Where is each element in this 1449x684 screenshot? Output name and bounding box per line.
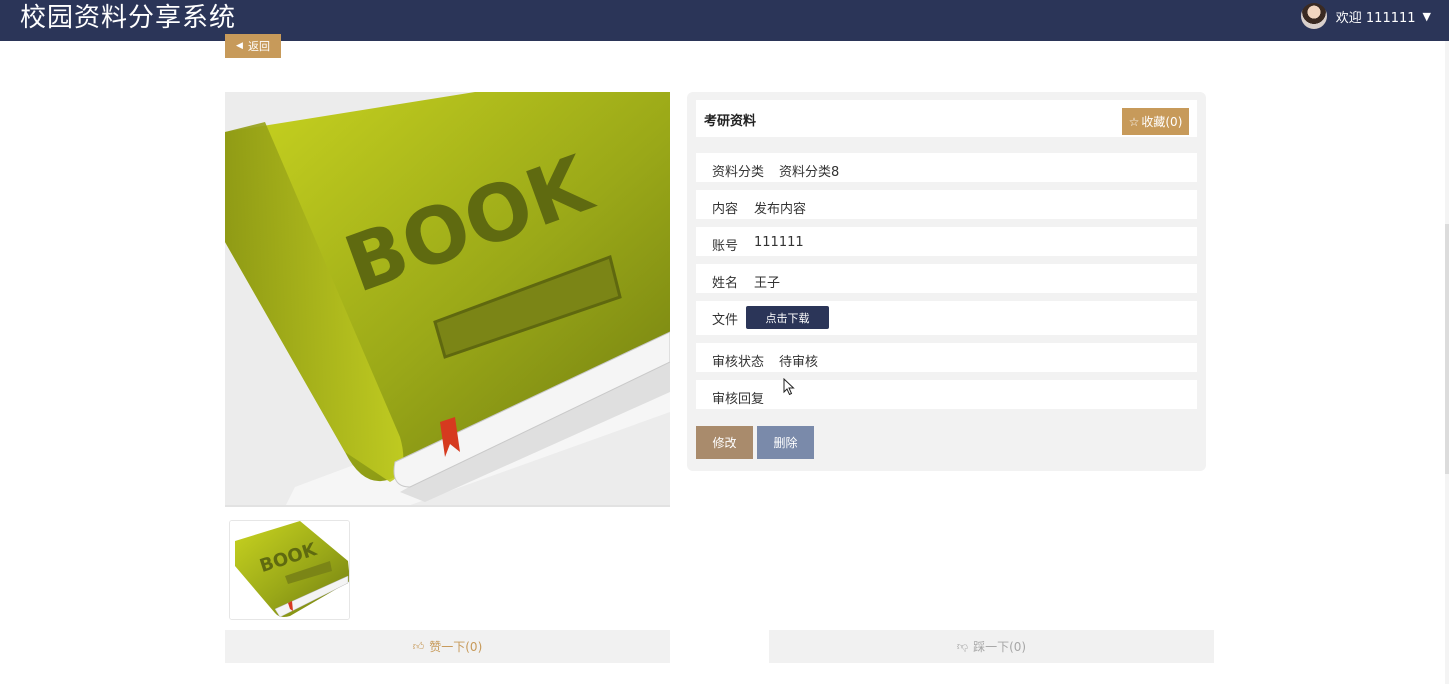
resource-detail-panel: 考研资料 ☆ 收藏(0) 资料分类 资料分类8 内容 发布内容 账号 11111… [687,92,1206,471]
caret-down-icon[interactable]: ▼ [1423,10,1431,23]
field-label: 资料分类 [712,165,765,180]
field-review-status: 审核状态 待审核 [696,343,1197,372]
dislike-button[interactable]: 👎︎ 踩一下(0) [769,630,1214,663]
image-thumbnail[interactable]: BOOK [229,520,350,620]
book-illustration: BOOK [225,92,670,505]
like-button[interactable]: 👍︎ 赞一下(0) [225,630,670,663]
field-value: 王子 [754,276,781,291]
page-scrollbar[interactable] [1445,41,1449,684]
book-thumbnail-illustration: BOOK [230,521,349,619]
resource-title-row: 考研资料 ☆ 收藏(0) [696,100,1197,137]
field-value: 资料分类8 [779,165,840,180]
thumbs-up-icon: 👍︎ [412,640,425,653]
dislike-label: 踩一下(0) [973,640,1027,654]
back-label: 返回 [247,40,270,53]
mouse-cursor-icon [783,378,795,396]
field-file: 文件 点击下载 [696,301,1197,335]
star-icon: ☆ [1128,114,1140,129]
field-label: 账号 [712,239,739,254]
resource-title: 考研资料 [704,114,757,129]
welcome-text[interactable]: 欢迎 111111 [1336,7,1416,26]
field-category: 资料分类 资料分类8 [696,153,1197,182]
download-button[interactable]: 点击下载 [746,306,829,329]
field-content: 内容 发布内容 [696,190,1197,219]
favorite-label: 收藏(0) [1141,115,1183,129]
field-review-reply: 审核回复 [696,380,1197,409]
field-label: 审核状态 [712,355,765,370]
field-label: 姓名 [712,276,739,291]
field-value: 111111 [754,235,804,250]
field-label: 审核回复 [712,392,765,407]
avatar[interactable] [1300,3,1327,29]
back-button[interactable]: ◀ 返回 [225,34,281,58]
field-label: 文件 [712,313,739,328]
edit-button[interactable]: 修改 [696,426,753,459]
field-name: 姓名 王子 [696,264,1197,293]
field-value: 发布内容 [754,202,807,217]
scrollbar-thumb[interactable] [1445,224,1449,474]
field-label: 内容 [712,202,739,217]
field-value: 待审核 [779,355,819,370]
thumbs-down-icon: 👎︎ [956,640,969,653]
like-label: 赞一下(0) [429,640,483,654]
caret-left-icon: ◀ [236,41,243,51]
main-image: BOOK [225,92,670,507]
favorite-button[interactable]: ☆ 收藏(0) [1122,108,1189,135]
top-navbar: 校园资料分享系统 欢迎 111111 ▼ [0,0,1449,41]
user-menu[interactable]: 欢迎 111111 ▼ [1300,3,1431,29]
app-title: 校园资料分享系统 [20,3,237,33]
delete-button[interactable]: 删除 [757,426,814,459]
field-account: 账号 111111 [696,227,1197,256]
